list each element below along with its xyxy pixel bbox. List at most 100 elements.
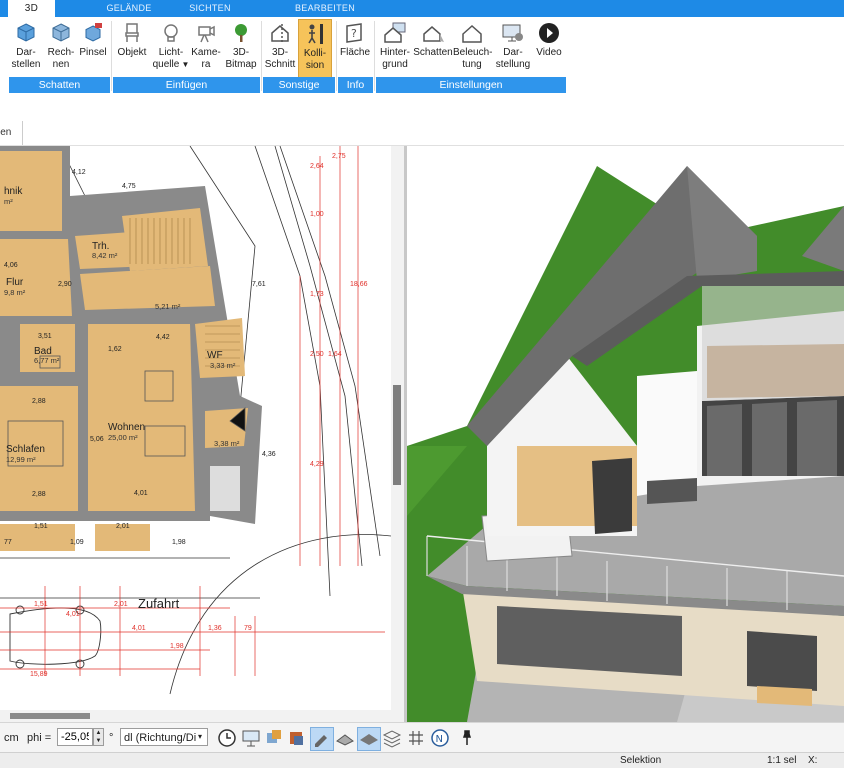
pencil-tool-icon[interactable] <box>310 727 334 751</box>
pin-icon[interactable] <box>456 727 478 749</box>
chevron-down-icon[interactable]: ▾ <box>198 732 202 741</box>
zufahrt-label: Zufahrt <box>138 596 180 611</box>
rechnen-button[interactable]: Rech-nen <box>44 19 78 77</box>
car-outline <box>9 605 102 669</box>
svg-text:4,01: 4,01 <box>134 490 148 497</box>
status-scale: 1:1 sel <box>767 755 797 766</box>
svg-text:2,50: 2,50 <box>310 351 324 358</box>
beleuchtung-button[interactable]: Beleuch-tung <box>453 19 492 77</box>
phi-label: phi = <box>27 732 52 744</box>
svg-text:2,01: 2,01 <box>114 601 128 608</box>
group-separator <box>374 21 375 91</box>
floor-plan-view[interactable]: hnik Trh. Flur Bad WF Schlafen Wohnen Zu… <box>0 146 404 722</box>
room-treppenhaus <box>122 208 208 271</box>
tab-gelaende[interactable]: GELÄNDE <box>98 0 160 17</box>
dl-dropdown[interactable]: dl (Richtung/Di <box>120 728 208 746</box>
room-area-flur: 9,8 m² <box>4 288 26 297</box>
svg-text:4,01: 4,01 <box>132 625 146 632</box>
room-area-stair: 5,21 m² <box>155 302 181 311</box>
svg-text:79: 79 <box>244 625 252 632</box>
phi-input[interactable] <box>57 728 93 746</box>
group-separator <box>111 21 112 91</box>
svg-text:2,90: 2,90 <box>58 281 72 288</box>
object-paint-icon[interactable] <box>286 727 308 749</box>
clock-icon[interactable] <box>216 727 238 749</box>
room-label-technik: hnik <box>4 186 23 197</box>
kollision-button[interactable]: Kolli-sion <box>298 19 332 79</box>
video-button[interactable]: Video <box>534 19 564 77</box>
svg-text:7,61: 7,61 <box>252 281 266 288</box>
group-separator <box>336 21 337 91</box>
svg-text:2,64: 2,64 <box>310 163 324 170</box>
svg-text:1,98: 1,98 <box>172 539 186 546</box>
house-shadow-icon <box>423 26 444 42</box>
ribbon-tab-bar: 3D GELÄNDE SICHTEN BEARBEITEN <box>0 0 844 17</box>
presentation-icon[interactable] <box>240 727 262 749</box>
flaeche-button[interactable]: ? Fläche <box>339 19 371 77</box>
dropdown-arrow-icon: ▼ <box>179 60 190 69</box>
document-tab-row <box>0 95 844 146</box>
tab-3d[interactable]: 3D <box>8 0 55 17</box>
paint-cube-icon <box>85 23 102 42</box>
kamera-button[interactable]: Kame-ra <box>190 19 222 77</box>
ribbon: Dar-stellen Rech-nen Pinsel Objekt Licht… <box>0 17 844 96</box>
layers-people-icon[interactable] <box>263 727 285 749</box>
svg-text:77: 77 <box>4 539 12 546</box>
svg-text:4,42: 4,42 <box>156 334 170 341</box>
group-label-sonstige: Sonstige <box>263 77 335 93</box>
tab-sichten[interactable]: SICHTEN <box>178 0 242 17</box>
group-label-einfuegen: Einfügen <box>113 77 260 93</box>
cube-calc-icon <box>52 23 70 42</box>
room-area-wohnen: 25,00 m² <box>108 433 138 442</box>
svg-text:1,00: 1,00 <box>310 211 324 218</box>
stack-icon[interactable] <box>381 727 403 749</box>
group-label-einstellungen: Einstellungen <box>376 77 566 93</box>
darstellen-button[interactable]: Dar-stellen <box>9 19 43 77</box>
objekt-button[interactable]: Objekt <box>115 19 149 77</box>
input-toolbar: cm phi = ▲▼ ° dl (Richtung/Di ▾ N <box>0 722 844 753</box>
svg-text:4,36: 4,36 <box>262 451 276 458</box>
grid-icon[interactable] <box>405 727 427 749</box>
lichtquelle-button[interactable]: Licht-quelle ▼ <box>152 19 190 77</box>
darstellung-button[interactable]: Dar-stellung <box>494 19 532 77</box>
camera-icon <box>198 25 215 43</box>
plan-scroll-thumb[interactable] <box>393 385 401 485</box>
schatten-button[interactable]: Schatten <box>413 19 453 77</box>
svg-text:2,88: 2,88 <box>32 491 46 498</box>
status-bar: Selektion 1:1 sel X: <box>0 752 844 768</box>
north-icon[interactable]: N <box>429 727 451 749</box>
svg-text:2,88: 2,88 <box>32 398 46 405</box>
svg-text:4,29: 4,29 <box>310 461 324 468</box>
room-wohnen <box>88 324 195 511</box>
svg-text:1,51: 1,51 <box>34 601 48 608</box>
3d-view[interactable] <box>407 146 844 722</box>
plane-icon[interactable] <box>357 727 381 751</box>
svg-text:1,51: 1,51 <box>34 523 48 530</box>
svg-text:4,01: 4,01 <box>66 611 80 618</box>
phi-spinner[interactable]: ▲ ▼ <box>93 728 104 746</box>
hintergrund-button[interactable]: Hinter-grund <box>377 19 413 77</box>
house-light-icon <box>462 24 482 43</box>
svg-text:18,66: 18,66 <box>350 281 368 288</box>
person-wall-icon <box>308 24 323 44</box>
room-label-wohnen: Wohnen <box>108 422 145 433</box>
plan-hscroll-thumb[interactable] <box>10 713 90 719</box>
tab-bearbeiten[interactable]: BEARBEITEN <box>289 0 361 17</box>
hatch-icon[interactable] <box>334 727 356 749</box>
bitmap-button[interactable]: 3D- Bitmap <box>224 19 258 77</box>
pinsel-button[interactable]: Pinsel <box>78 19 108 77</box>
svg-text:4,12: 4,12 <box>72 169 86 176</box>
room-area-extra: 3,38 m² <box>214 439 240 448</box>
3d-house-render <box>407 146 844 722</box>
svg-text:4,75: 4,75 <box>122 183 136 190</box>
svg-text:2,75: 2,75 <box>332 153 346 160</box>
svg-text:1,36: 1,36 <box>208 625 222 632</box>
svg-text:5,06: 5,06 <box>90 436 104 443</box>
room-area-technik: m² <box>4 197 13 206</box>
svg-text:15,89: 15,89 <box>30 671 48 678</box>
group-label-schatten: Schatten <box>9 77 110 93</box>
room-label-flur: Flur <box>6 277 24 288</box>
document-tab[interactable]: ien <box>0 121 23 145</box>
schnitt-button[interactable]: 3D- Schnitt <box>263 19 297 77</box>
room-area-bad: 6,77 m² <box>34 356 60 365</box>
